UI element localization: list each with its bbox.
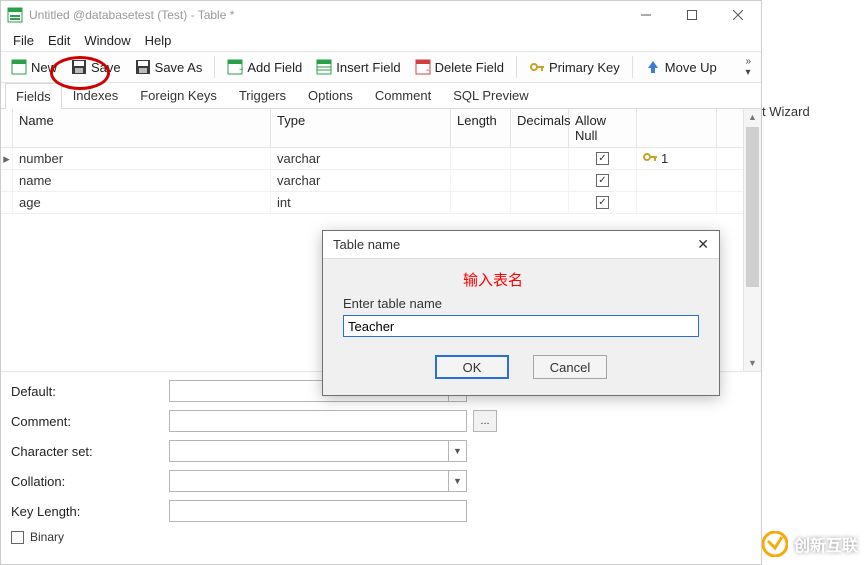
- scroll-thumb[interactable]: [746, 127, 759, 287]
- key-icon: [643, 151, 659, 166]
- scroll-down-icon[interactable]: ▼: [744, 355, 761, 371]
- tab-comment[interactable]: Comment: [364, 82, 442, 108]
- toolbar-separator: [214, 56, 215, 78]
- collation-select[interactable]: ▼: [169, 470, 467, 492]
- svg-text:-: -: [426, 65, 429, 75]
- row-indicator-icon: ▸: [1, 148, 13, 169]
- checkbox-checked-icon: ✓: [596, 196, 609, 209]
- grid-row[interactable]: name varchar ✓: [1, 170, 761, 192]
- grid-row[interactable]: age int ✓: [1, 192, 761, 214]
- col-length[interactable]: Length: [451, 109, 511, 147]
- binary-checkbox[interactable]: [11, 531, 24, 544]
- keylen-label: Key Length:: [11, 504, 169, 519]
- dialog-close-button[interactable]: ✕: [697, 236, 709, 253]
- field-properties: Default: ▼ Comment: ... Character set: ▼…: [1, 371, 761, 544]
- add-field-button[interactable]: + Add Field: [221, 56, 308, 78]
- new-button[interactable]: New: [5, 56, 63, 78]
- tab-triggers[interactable]: Triggers: [228, 82, 297, 108]
- charset-label: Character set:: [11, 444, 169, 459]
- toolbar-separator: [632, 56, 633, 78]
- primary-key-button[interactable]: Primary Key: [523, 56, 626, 78]
- titlebar: Untitled @databasetest (Test) - Table *: [1, 1, 761, 29]
- insert-field-button[interactable]: Insert Field: [310, 56, 406, 78]
- save-button[interactable]: Save: [65, 56, 127, 78]
- default-label: Default:: [11, 384, 169, 399]
- move-up-button[interactable]: Move Up: [639, 56, 723, 78]
- tab-sql-preview[interactable]: SQL Preview: [442, 82, 539, 108]
- binary-label: Binary: [30, 530, 64, 544]
- table-name-dialog: Table name ✕ 输入表名 Enter table name OK Ca…: [322, 230, 720, 396]
- watermark: 创新互联: [762, 531, 858, 557]
- minimize-button[interactable]: [623, 1, 669, 29]
- arrow-up-icon: [645, 59, 661, 75]
- add-field-icon: +: [227, 59, 243, 75]
- new-icon: [11, 59, 27, 75]
- save-as-icon: [135, 59, 151, 75]
- save-icon: [71, 59, 87, 75]
- collation-label: Collation:: [11, 474, 169, 489]
- col-allownull[interactable]: Allow Null: [569, 109, 637, 147]
- watermark-icon: [762, 531, 788, 557]
- cancel-button[interactable]: Cancel: [533, 355, 607, 379]
- comment-label: Comment:: [11, 414, 169, 429]
- tab-foreign-keys[interactable]: Foreign Keys: [129, 82, 228, 108]
- window-title: Untitled @databasetest (Test) - Table *: [29, 8, 623, 22]
- dialog-title: Table name: [333, 237, 400, 252]
- chevron-down-icon: ▼: [448, 441, 466, 461]
- toolbar: New Save Save As + Add Field Insert Fiel…: [1, 51, 761, 83]
- table-name-label: Enter table name: [343, 296, 699, 311]
- annotation-text: 输入表名: [463, 269, 699, 290]
- toolbar-overflow[interactable]: »▾: [739, 56, 757, 78]
- chevron-down-icon: ▼: [448, 471, 466, 491]
- tab-fields[interactable]: Fields: [5, 83, 62, 109]
- menu-help[interactable]: Help: [139, 31, 178, 50]
- table-name-input[interactable]: [343, 315, 699, 337]
- comment-more-button[interactable]: ...: [473, 410, 497, 432]
- key-icon: [529, 59, 545, 75]
- menu-window[interactable]: Window: [78, 31, 136, 50]
- wizard-label: t Wizard: [762, 104, 810, 119]
- insert-field-icon: [316, 59, 332, 75]
- scroll-up-icon[interactable]: ▲: [744, 109, 761, 125]
- tabstrip: Fields Indexes Foreign Keys Triggers Opt…: [1, 83, 761, 109]
- col-name[interactable]: Name: [13, 109, 271, 147]
- delete-field-button[interactable]: - Delete Field: [409, 56, 510, 78]
- grid-header: Name Type Length Decimals Allow Null: [1, 109, 761, 148]
- keylen-input[interactable]: [169, 500, 467, 522]
- menu-file[interactable]: File: [7, 31, 40, 50]
- svg-text:+: +: [239, 65, 243, 75]
- grid-row[interactable]: ▸ number varchar ✓ 1: [1, 148, 761, 170]
- col-decimals[interactable]: Decimals: [511, 109, 569, 147]
- checkbox-checked-icon: ✓: [596, 174, 609, 187]
- save-as-button[interactable]: Save As: [129, 56, 209, 78]
- delete-field-icon: -: [415, 59, 431, 75]
- dialog-titlebar: Table name ✕: [323, 231, 719, 259]
- checkbox-checked-icon: ✓: [596, 152, 609, 165]
- tab-options[interactable]: Options: [297, 82, 364, 108]
- col-key: [637, 109, 717, 147]
- close-button[interactable]: [715, 1, 761, 29]
- maximize-button[interactable]: [669, 1, 715, 29]
- toolbar-separator: [516, 56, 517, 78]
- menu-edit[interactable]: Edit: [42, 31, 76, 50]
- app-icon: [7, 7, 23, 23]
- window-controls: [623, 1, 761, 29]
- menubar: File Edit Window Help: [1, 29, 761, 51]
- col-type[interactable]: Type: [271, 109, 451, 147]
- ok-button[interactable]: OK: [435, 355, 509, 379]
- charset-select[interactable]: ▼: [169, 440, 467, 462]
- vertical-scrollbar[interactable]: ▲ ▼: [743, 109, 761, 371]
- tab-indexes[interactable]: Indexes: [62, 82, 130, 108]
- comment-input[interactable]: [169, 410, 467, 432]
